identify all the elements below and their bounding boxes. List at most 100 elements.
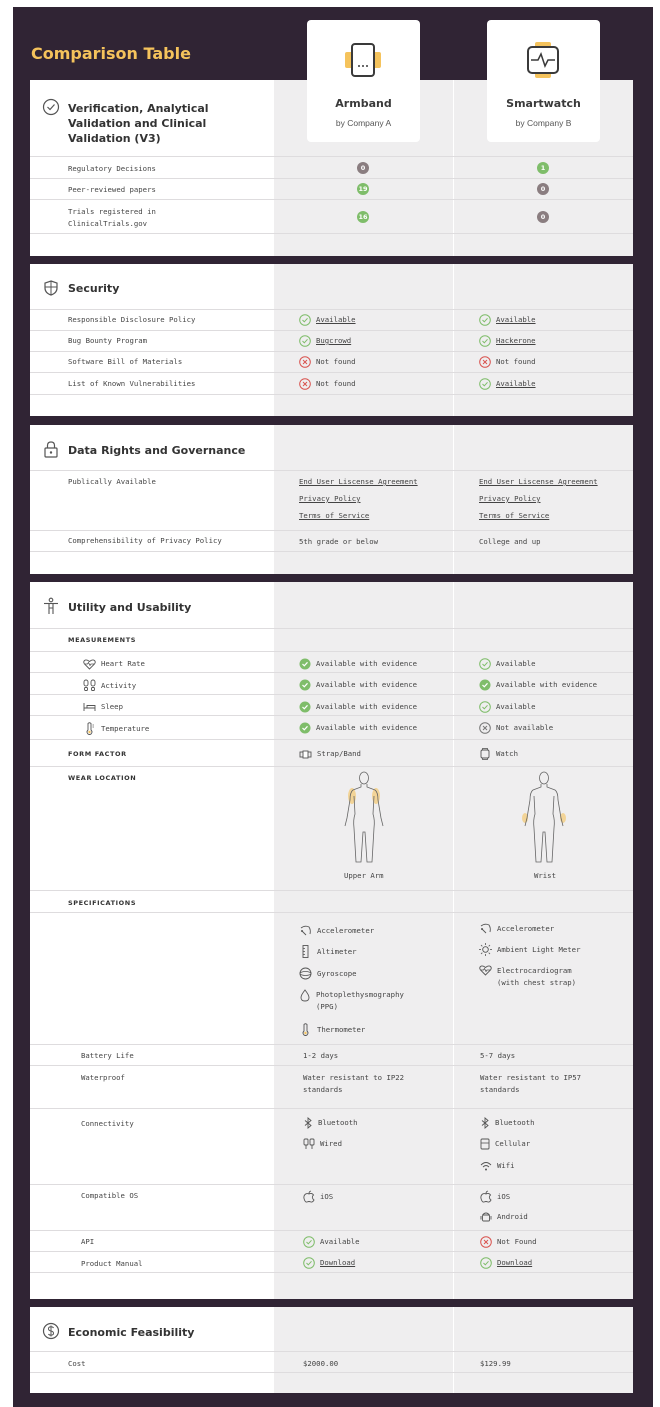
count-badge: 0	[537, 183, 549, 195]
plug-icon	[303, 1138, 315, 1150]
product-company: by Company B	[515, 118, 572, 128]
cross-icon	[299, 378, 311, 390]
smartwatch-icon	[523, 42, 563, 78]
section-title-economic: Economic Feasibility	[68, 1326, 195, 1339]
heart-rate-icon	[479, 965, 492, 976]
apple-icon	[303, 1190, 315, 1203]
check-icon	[299, 335, 311, 347]
watch-icon	[479, 748, 491, 760]
check-filled-icon	[299, 658, 311, 670]
count-badge: 1	[537, 162, 549, 174]
caption-measurements: MEASUREMENTS	[68, 636, 137, 644]
cellular-icon	[480, 1138, 490, 1150]
page-title: Comparison Table	[31, 44, 191, 63]
person-icon	[42, 597, 60, 615]
cross-icon	[479, 356, 491, 368]
thermometer-icon	[83, 722, 96, 735]
shield-icon	[42, 279, 60, 297]
row-label-publically: Publically Available	[68, 477, 156, 486]
bug-bounty-link-b[interactable]: Hackerone	[496, 335, 536, 347]
row-label-os: Compatible OS	[81, 1191, 139, 1200]
check-icon	[479, 335, 491, 347]
check-icon	[303, 1236, 315, 1248]
row-label-manual: Product Manual	[81, 1259, 143, 1268]
apple-icon	[480, 1190, 492, 1203]
manual-download-link-a[interactable]: Download	[320, 1257, 355, 1269]
privacy-link-a[interactable]: Privacy Policy	[299, 493, 361, 505]
check-icon	[479, 378, 491, 390]
eula-link-b[interactable]: End User Liscense Agreement	[479, 476, 598, 488]
row-label-comprehensibility: Comprehensibility of Privacy Policy	[68, 536, 222, 545]
section-title-utility: Utility and Usability	[68, 601, 192, 614]
row-label-sbom: Software Bill of Materials	[68, 357, 183, 366]
row-label-waterproof: Waterproof	[81, 1073, 125, 1082]
check-icon	[303, 1257, 315, 1269]
row-label-papers: Peer-reviewed papers	[68, 185, 156, 194]
heart-rate-icon	[83, 658, 96, 670]
vulnerabilities-link-b[interactable]: Available	[496, 378, 536, 390]
lock-icon	[42, 440, 60, 458]
caption-specifications: SPECIFICATIONS	[68, 899, 137, 907]
eula-link-a[interactable]: End User Liscense Agreement	[299, 476, 418, 488]
section-title-data-rights: Data Rights and Governance	[68, 444, 246, 457]
cross-icon	[480, 1236, 492, 1248]
row-label-connectivity: Connectivity	[81, 1119, 134, 1128]
terms-link-a[interactable]: Terms of Service	[299, 510, 369, 522]
sun-icon	[479, 943, 492, 956]
row-label-regulatory: Regulatory Decisions	[68, 164, 156, 173]
body-figure-wrist-icon	[519, 770, 569, 866]
section-title-verification: Verification, Analytical Validation and …	[68, 102, 209, 145]
armband-icon	[343, 42, 383, 78]
count-badge: 19	[357, 183, 369, 195]
row-label-cost: Cost	[68, 1359, 86, 1368]
terms-link-b[interactable]: Terms of Service	[479, 510, 549, 522]
strap-icon	[299, 750, 312, 759]
cross-icon	[299, 356, 311, 368]
check-circle-icon	[42, 98, 60, 116]
manual-download-link-b[interactable]: Download	[497, 1257, 532, 1269]
accelerometer-icon	[479, 922, 492, 935]
row-label-api: API	[81, 1237, 95, 1246]
accelerometer-icon	[299, 924, 312, 937]
product-name: Armband	[335, 97, 392, 110]
count-badge: 16	[357, 211, 369, 223]
check-filled-icon	[299, 679, 311, 691]
android-icon	[480, 1211, 492, 1223]
check-icon	[480, 1257, 492, 1269]
privacy-link-b[interactable]: Privacy Policy	[479, 493, 541, 505]
dollar-icon	[42, 1322, 60, 1340]
product-name: Smartwatch	[506, 97, 581, 110]
check-icon	[479, 314, 491, 326]
caption-form-factor: FORM FACTOR	[68, 750, 127, 758]
row-label-trials: Trials registered in ClinicalTrials.gov	[68, 207, 156, 228]
bed-icon	[83, 702, 96, 712]
product-company: by Company A	[335, 118, 392, 128]
row-label-battery: Battery Life	[81, 1051, 134, 1060]
check-filled-icon	[299, 722, 311, 734]
count-badge: 0	[357, 162, 369, 174]
check-filled-icon	[479, 679, 491, 691]
thermometer-icon	[299, 1023, 312, 1036]
drop-icon	[299, 989, 311, 1002]
bug-bounty-link-a[interactable]: Bugcrowd	[316, 335, 351, 347]
row-label-vulnerabilities: List of Known Vulnerabilities	[68, 379, 196, 388]
footprints-icon	[83, 679, 96, 692]
row-label-bug-bounty: Bug Bounty Program	[68, 336, 148, 345]
product-card-smartwatch: Smartwatch by Company B	[487, 20, 600, 142]
check-icon	[479, 658, 491, 670]
altimeter-icon	[299, 945, 312, 958]
gyroscope-icon	[299, 967, 312, 980]
bluetooth-icon	[480, 1117, 490, 1129]
row-label-disclosure: Responsible Disclosure Policy	[68, 315, 196, 324]
section-economic	[30, 1307, 633, 1393]
bluetooth-icon	[303, 1117, 313, 1129]
disclosure-link-b[interactable]: Available	[496, 314, 536, 326]
check-icon	[299, 314, 311, 326]
wifi-icon	[480, 1161, 492, 1171]
disclosure-link-a[interactable]: Available	[316, 314, 356, 326]
check-filled-icon	[299, 701, 311, 713]
body-figure-upper-arm-icon	[339, 770, 389, 866]
caption-wear-location: WEAR LOCATION	[68, 774, 137, 782]
count-badge: 0	[537, 211, 549, 223]
cross-gray-icon	[479, 722, 491, 734]
